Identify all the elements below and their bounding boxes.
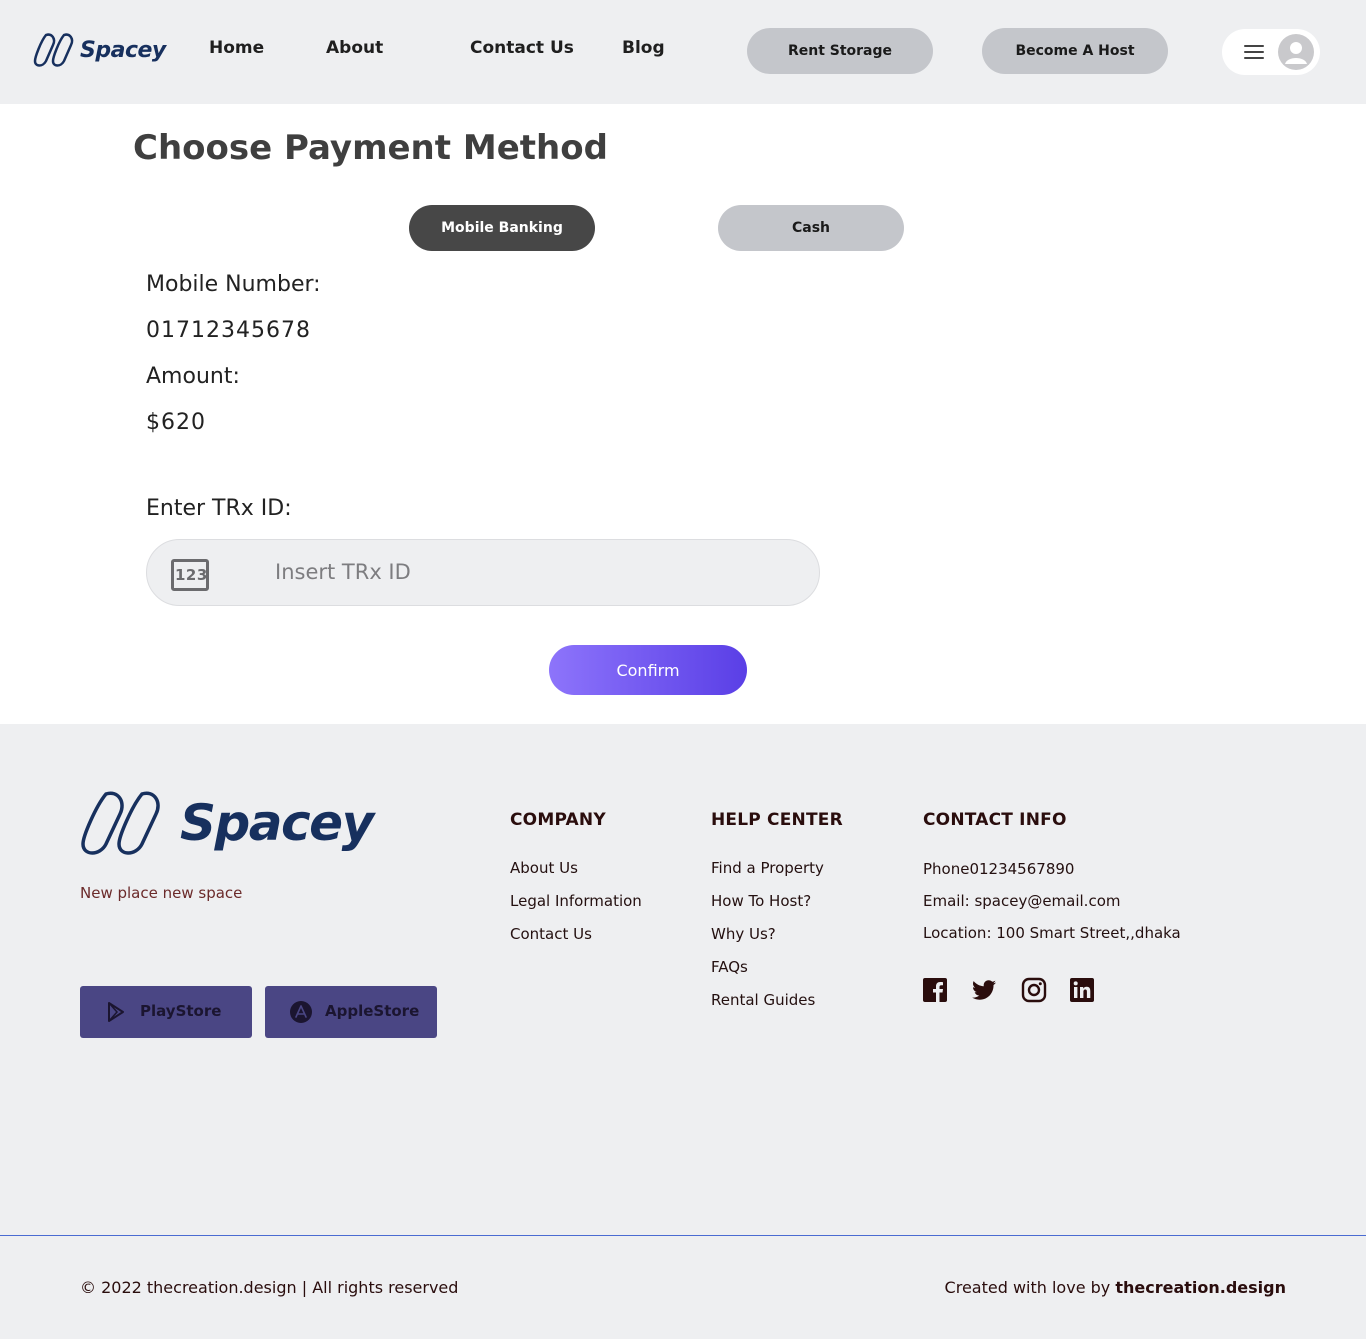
amount-value: $620 [146, 410, 206, 435]
mobile-number-label: Mobile Number: [146, 272, 321, 297]
tab-cash[interactable]: Cash [718, 205, 904, 251]
help-center-heading: HELP CENTER [711, 810, 843, 830]
header-logo[interactable]: Spacey [32, 31, 166, 69]
nav-blog[interactable]: Blog [622, 38, 665, 58]
amount-label: Amount: [146, 364, 240, 389]
page-title: Choose Payment Method [133, 128, 608, 168]
credit-text: Created with love by thecreation.design [944, 1278, 1286, 1297]
nav-home[interactable]: Home [209, 38, 264, 58]
tab-mobile-banking[interactable]: Mobile Banking [409, 205, 595, 251]
rent-storage-button[interactable]: Rent Storage [747, 28, 933, 74]
footer-link-contact-us[interactable]: Contact Us [510, 925, 592, 943]
nav-contact-us[interactable]: Contact Us [470, 38, 574, 58]
footer-link-how-to-host[interactable]: How To Host? [711, 892, 811, 910]
footer-link-rental-guides[interactable]: Rental Guides [711, 991, 815, 1009]
twitter-icon[interactable] [971, 977, 997, 1003]
footer-logo[interactable]: Spacey [78, 788, 374, 858]
footer-link-why-us[interactable]: Why Us? [711, 925, 776, 943]
footer-link-about-us[interactable]: About Us [510, 859, 578, 877]
playstore-button[interactable]: PlayStore [80, 986, 252, 1038]
spacey-logo-icon [33, 33, 74, 67]
company-heading: COMPANY [510, 810, 606, 830]
user-avatar-icon [1278, 34, 1314, 70]
tagline: New place new space [80, 884, 243, 902]
trx-label: Enter TRx ID: [146, 496, 292, 521]
spacey-logo-icon [81, 791, 160, 855]
site-footer: Spacey New place new space PlayStore App… [0, 724, 1366, 1339]
applestore-label: AppleStore [325, 1002, 420, 1020]
contact-email: Email: spacey@email.com [923, 892, 1121, 910]
footer-link-faqs[interactable]: FAQs [711, 958, 748, 976]
trx-id-input[interactable]: 123 Insert TRx ID [146, 539, 820, 606]
logo-text: Spacey [80, 37, 166, 63]
become-host-button[interactable]: Become A Host [982, 28, 1168, 74]
contact-location: Location: 100 Smart Street,,dhaka [923, 924, 1181, 942]
contact-info-heading: CONTACT INFO [923, 810, 1067, 830]
facebook-icon[interactable] [922, 977, 948, 1003]
play-store-icon [108, 1002, 124, 1022]
hamburger-icon [1244, 45, 1264, 59]
confirm-button[interactable]: Confirm [549, 645, 747, 695]
footer-logo-text: Spacey [180, 794, 374, 852]
contact-phone: Phone01234567890 [923, 860, 1075, 878]
footer-link-legal-information[interactable]: Legal Information [510, 892, 642, 910]
credit-brand-link[interactable]: thecreation.design [1115, 1278, 1286, 1297]
mobile-number-value: 01712345678 [146, 318, 311, 343]
copyright-text: © 2022 thecreation.design | All rights r… [80, 1278, 459, 1297]
linkedin-icon[interactable] [1069, 977, 1095, 1003]
applestore-button[interactable]: AppleStore [265, 986, 437, 1038]
footer-link-find-property[interactable]: Find a Property [711, 859, 824, 877]
playstore-label: PlayStore [140, 1002, 222, 1020]
nav-about[interactable]: About [326, 38, 383, 58]
numeric-input-icon: 123 [171, 559, 209, 591]
footer-divider [0, 1235, 1366, 1236]
user-menu-button[interactable] [1222, 29, 1320, 75]
site-header: Spacey Home About Contact Us Blog Rent S… [0, 0, 1366, 104]
app-store-icon [290, 1001, 312, 1023]
instagram-icon[interactable] [1021, 977, 1047, 1003]
trx-id-placeholder: Insert TRx ID [275, 560, 411, 584]
